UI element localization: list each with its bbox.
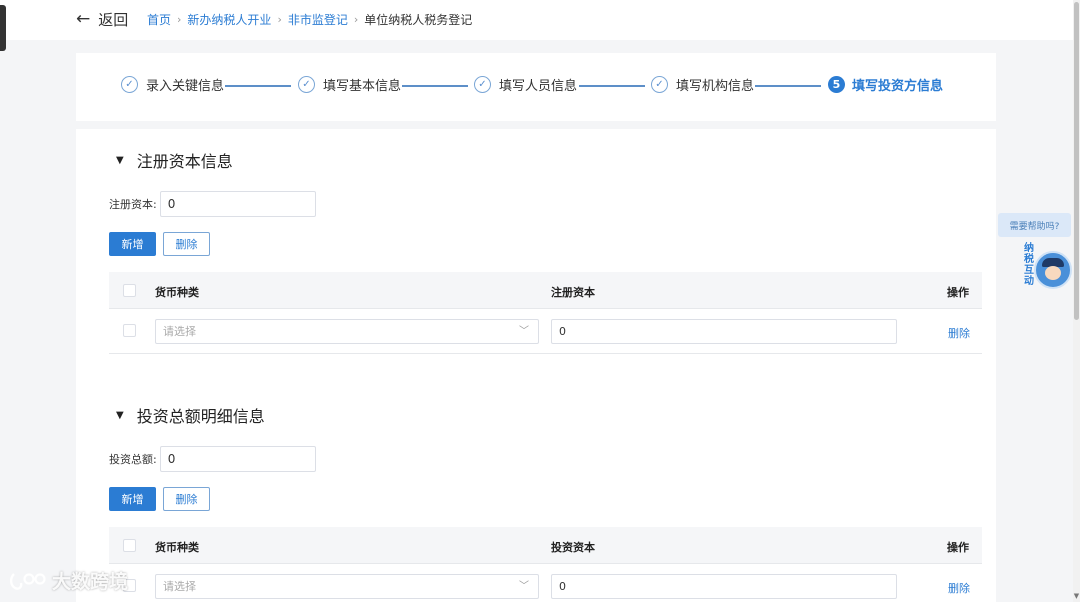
button-row: 新增 删除: [109, 487, 210, 511]
step-label: 填写机构信息: [676, 79, 755, 94]
watermark-text: 大数跨境: [52, 571, 129, 593]
registered-capital-field: 注册资本: 0: [109, 191, 316, 217]
row-checkbox[interactable]: [123, 324, 136, 337]
check-circle-icon: ✓: [298, 76, 315, 93]
check-circle-icon: ✓: [651, 76, 668, 93]
chevron-right-icon: ›: [353, 13, 359, 26]
step-connector: [225, 85, 291, 87]
step-label: 填写人员信息: [499, 79, 578, 94]
step-5[interactable]: 5 填写投资方信息: [828, 75, 943, 94]
breadcrumb: 首页 › 新办纳税人开业 › 非市监登记 › 单位纳税人税务登记: [147, 11, 472, 28]
breadcrumb-home[interactable]: 首页: [147, 11, 171, 28]
arrow-left-icon: ←: [76, 9, 91, 29]
check-circle-icon: ✓: [474, 76, 491, 93]
scroll-down-arrow-icon[interactable]: ▼: [1073, 592, 1080, 600]
step-2[interactable]: ✓ 填写基本信息: [298, 75, 401, 94]
table-row: 请选择 ﹀ 0 删除: [109, 309, 982, 354]
back-label: 返回: [98, 11, 129, 29]
column-header: 操作: [947, 541, 969, 554]
select-all-checkbox[interactable]: [123, 284, 136, 297]
step-label: 录入关键信息: [146, 79, 225, 94]
row-delete-link[interactable]: 删除: [948, 325, 970, 341]
column-header: 投资资本: [551, 541, 595, 554]
help-bubble[interactable]: 需要帮助吗?: [998, 213, 1071, 237]
caret-down-icon: ▼: [116, 154, 124, 166]
section-title: 注册资本信息: [136, 152, 233, 171]
step-4[interactable]: ✓ 填写机构信息: [651, 75, 754, 94]
section-header-investment[interactable]: ▼ 投资总额明细信息: [116, 403, 265, 427]
step-1[interactable]: ✓ 录入关键信息: [121, 75, 224, 94]
select-placeholder: 请选择: [163, 325, 196, 338]
investment-total-field: 投资总额: 0: [109, 446, 316, 472]
select-placeholder: 请选择: [163, 580, 196, 593]
watermark-logo-icon: [9, 572, 46, 590]
breadcrumb-new-taxpayer[interactable]: 新办纳税人开业: [187, 11, 271, 28]
investment-total-input[interactable]: 0: [159, 446, 316, 472]
top-bar: ← 返回 首页 › 新办纳税人开业 › 非市监登记 › 单位纳税人税务登记: [0, 0, 1080, 40]
breadcrumb-current: 单位纳税人税务登记: [364, 13, 473, 27]
caret-down-icon: ▼: [116, 409, 124, 421]
row-delete-link[interactable]: 删除: [948, 580, 970, 596]
window-edge: [0, 5, 6, 51]
check-circle-icon: ✓: [121, 76, 138, 93]
field-label: 投资总额:: [109, 453, 157, 466]
registered-capital-input[interactable]: 0: [159, 191, 316, 217]
column-header: 注册资本: [551, 286, 595, 299]
step-number-icon: 5: [828, 76, 845, 93]
table-header: 货币种类 投资资本 操作: [109, 527, 982, 564]
delete-button[interactable]: 删除: [163, 487, 210, 511]
column-header: 货币种类: [155, 286, 199, 299]
page-scrollbar[interactable]: ▼: [1073, 0, 1080, 602]
registered-capital-table: 货币种类 注册资本 操作 请选择 ﹀ 0 删除: [109, 272, 982, 354]
investment-amount-input[interactable]: 0: [551, 574, 897, 599]
chevron-down-icon: ﹀: [519, 326, 529, 337]
button-row: 新增 删除: [109, 232, 210, 256]
steps-bar: ✓ 录入关键信息 ✓ 填写基本信息 ✓ 填写人员信息 ✓ 填写机构信息 5 填写…: [76, 53, 996, 121]
form-card: ▼ 注册资本信息 注册资本: 0 新增 删除 货币种类 注册资本 操作 请选择 …: [76, 129, 996, 602]
step-label: 填写投资方信息: [852, 79, 944, 94]
step-connector: [579, 85, 645, 87]
table-header: 货币种类 注册资本 操作: [109, 272, 982, 309]
section-title: 投资总额明细信息: [136, 407, 265, 426]
step-3[interactable]: ✓ 填写人员信息: [474, 75, 577, 94]
select-all-checkbox[interactable]: [123, 539, 136, 552]
capital-amount-input[interactable]: 0: [551, 319, 897, 344]
field-label: 注册资本:: [109, 198, 157, 211]
watermark: 大数跨境: [8, 567, 128, 594]
scroll-thumb[interactable]: [1074, 2, 1079, 320]
delete-button[interactable]: 删除: [163, 232, 210, 256]
investment-table: 货币种类 投资资本 操作 请选择 ﹀ 0 删除: [109, 527, 982, 602]
currency-select[interactable]: 请选择 ﹀: [155, 574, 539, 599]
step-connector: [755, 85, 821, 87]
column-header: 操作: [947, 286, 969, 299]
chevron-right-icon: ›: [277, 13, 282, 26]
back-button[interactable]: ← 返回: [76, 9, 128, 30]
add-button[interactable]: 新增: [109, 232, 156, 256]
help-assistant[interactable]: 纳税互动: [1024, 243, 1074, 293]
step-label: 填写基本信息: [323, 79, 402, 94]
currency-select[interactable]: 请选择 ﹀: [155, 319, 539, 344]
breadcrumb-non-market[interactable]: 非市监登记: [288, 11, 348, 28]
chevron-down-icon: ﹀: [519, 581, 529, 592]
step-connector: [402, 85, 468, 87]
add-button[interactable]: 新增: [109, 487, 156, 511]
table-row: 请选择 ﹀ 0 删除: [109, 564, 982, 602]
help-widget-label: 纳税互动: [1024, 243, 1034, 287]
section-header-registered-capital[interactable]: ▼ 注册资本信息: [116, 148, 233, 172]
column-header: 货币种类: [155, 541, 199, 554]
chevron-right-icon: ›: [177, 13, 182, 26]
